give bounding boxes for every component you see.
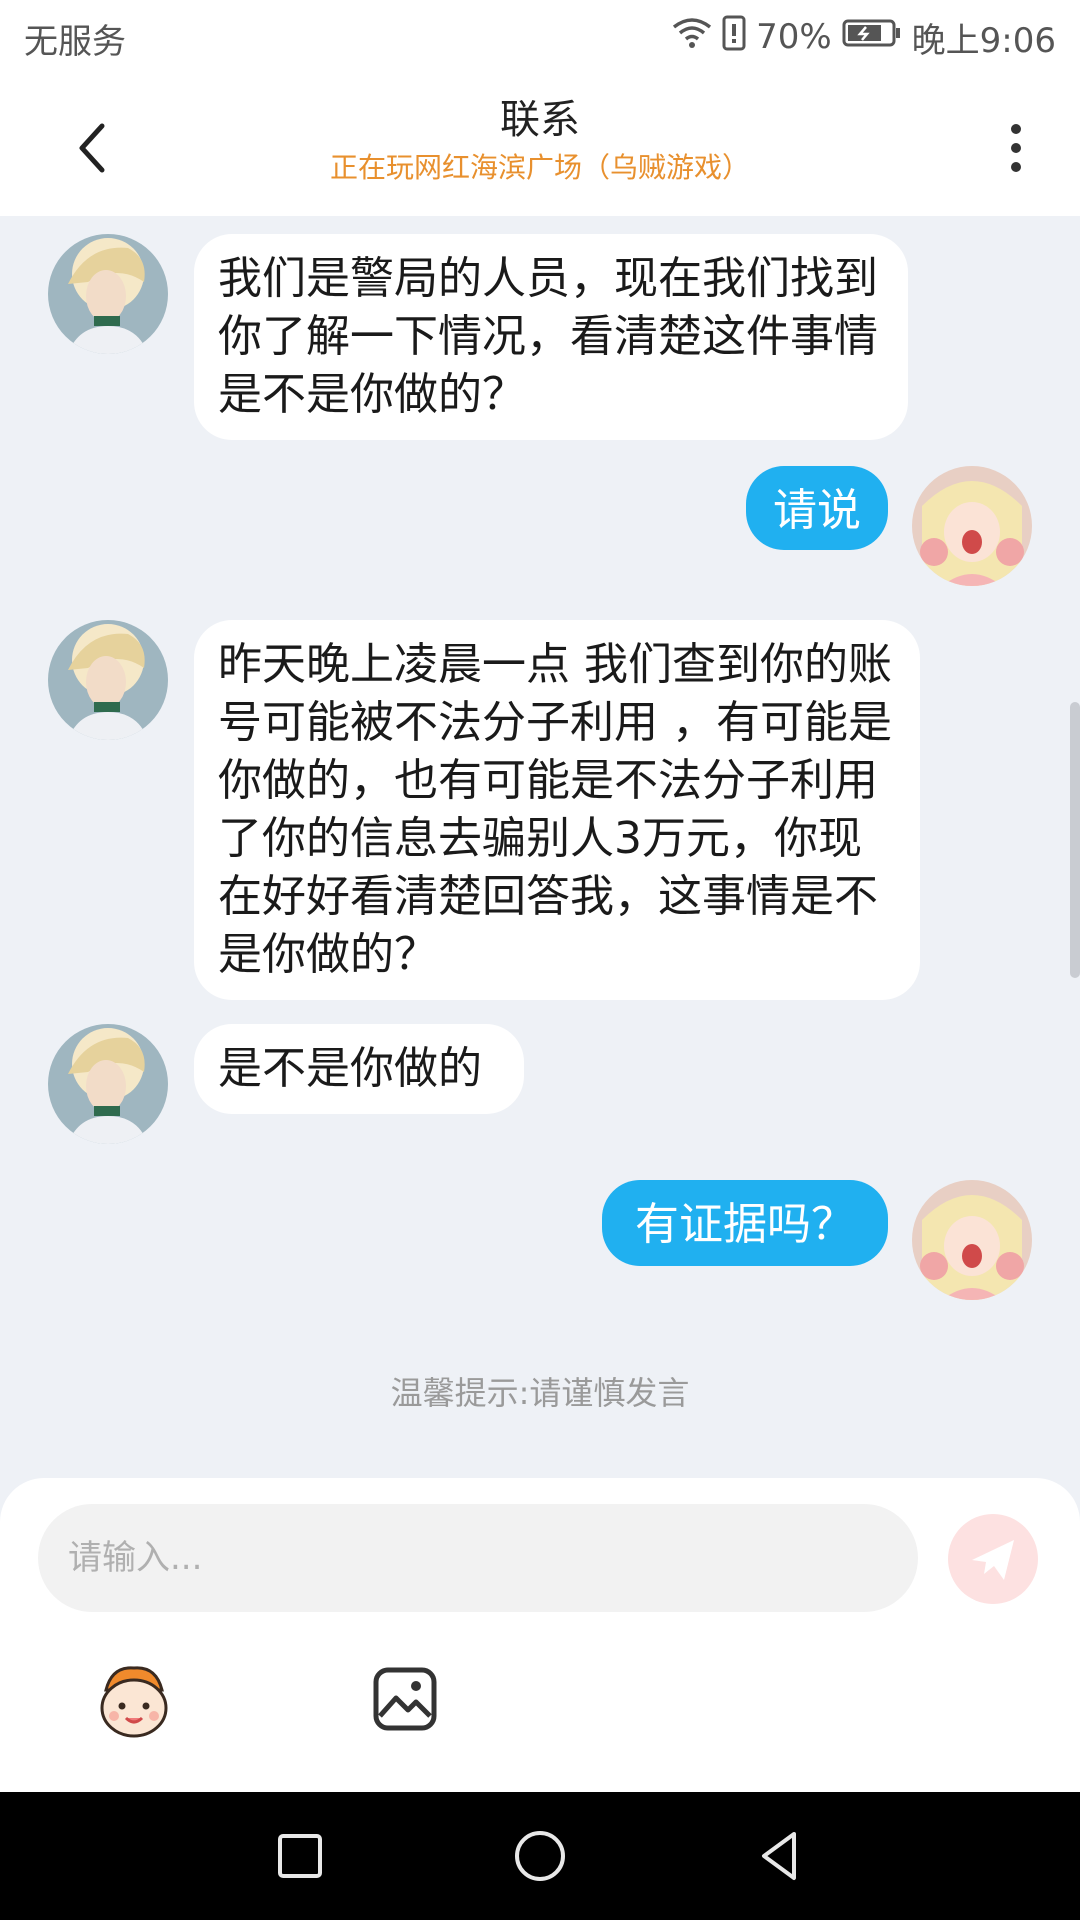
more-options-button[interactable] xyxy=(992,116,1040,180)
back-button[interactable] xyxy=(62,112,126,184)
chat-header: 联系 正在玩网红海滨广场（乌贼游戏） xyxy=(0,76,1080,216)
message-input[interactable] xyxy=(38,1504,918,1612)
message-text: 昨天晚上凌晨一点 我们查到你的账号可能被不法分子利用 ，有可能是你做的，也有可能… xyxy=(218,639,892,980)
user-avatar[interactable] xyxy=(912,466,1032,586)
home-button[interactable] xyxy=(510,1826,570,1886)
message-text: 请说 xyxy=(773,485,861,536)
user-avatar[interactable] xyxy=(912,1180,1032,1300)
message-bubble[interactable]: 昨天晚上凌晨一点 我们查到你的账号可能被不法分子利用 ，有可能是你做的，也有可能… xyxy=(194,620,920,1000)
paper-plane-icon xyxy=(972,1540,1014,1580)
scrollbar[interactable] xyxy=(1070,702,1080,978)
emoji-face-icon xyxy=(100,1666,168,1738)
circle-icon xyxy=(515,1831,565,1881)
warm-tip: 温馨提示:请谨慎发言 xyxy=(390,1374,690,1412)
clock: 晚上9:06 xyxy=(911,20,1056,61)
message-bubble[interactable]: 请说 xyxy=(746,466,888,550)
message-bubble[interactable]: 我们是警局的人员，现在我们找到你了解一下情况，看清楚这件事情是不是你做的？ xyxy=(194,234,908,440)
title-block: 联系 正在玩网红海滨广场（乌贼游戏） xyxy=(240,96,840,188)
contact-avatar[interactable] xyxy=(48,1024,168,1144)
carrier-label: 无服务 xyxy=(24,22,126,62)
send-button[interactable] xyxy=(948,1514,1038,1604)
composer-panel xyxy=(0,1478,1080,1792)
message-text: 有证据吗？ xyxy=(635,1199,855,1250)
page-title: 联系 xyxy=(500,97,580,143)
emoji-button[interactable] xyxy=(92,1660,176,1744)
chat-screen: 无服务 70% 晚上9:06 联系 正在玩网红海滨广场（乌贼游戏） 我们是警局的… xyxy=(0,0,1080,1920)
message-bubble[interactable]: 有证据吗？ xyxy=(602,1180,888,1266)
page-subtitle: 正在玩网红海滨广场（乌贼游戏） xyxy=(329,151,750,184)
square-icon xyxy=(278,1834,322,1878)
message-text: 我们是警局的人员，现在我们找到你了解一下情况，看清楚这件事情是不是你做的？ xyxy=(218,253,878,420)
triangle-back-icon xyxy=(762,1832,796,1880)
system-back-button[interactable] xyxy=(750,1826,810,1886)
status-right: 70% 晚上9:06 xyxy=(672,12,1056,62)
battery-percent: 70% xyxy=(756,17,832,57)
more-dot xyxy=(1011,162,1021,172)
wifi-icon xyxy=(672,17,712,58)
battery-icon xyxy=(842,17,902,57)
recent-apps-button[interactable] xyxy=(270,1826,330,1886)
contact-avatar[interactable] xyxy=(48,234,168,354)
message-bubble[interactable]: 是不是你做的 xyxy=(194,1024,524,1114)
chevron-left-icon xyxy=(79,123,105,173)
image-button[interactable] xyxy=(372,1666,438,1732)
image-icon xyxy=(373,1667,437,1731)
message-list[interactable]: 我们是警局的人员，现在我们找到你了解一下情况，看清楚这件事情是不是你做的？ 请说… xyxy=(0,216,1080,1478)
contact-avatar[interactable] xyxy=(48,620,168,740)
more-dot xyxy=(1011,143,1021,153)
status-bar: 无服务 70% 晚上9:06 xyxy=(0,0,1080,76)
sim-alert-icon xyxy=(722,15,746,60)
system-nav-bar xyxy=(0,1792,1080,1920)
message-text: 是不是你做的 xyxy=(218,1043,482,1094)
more-vertical-icon xyxy=(1011,124,1021,134)
